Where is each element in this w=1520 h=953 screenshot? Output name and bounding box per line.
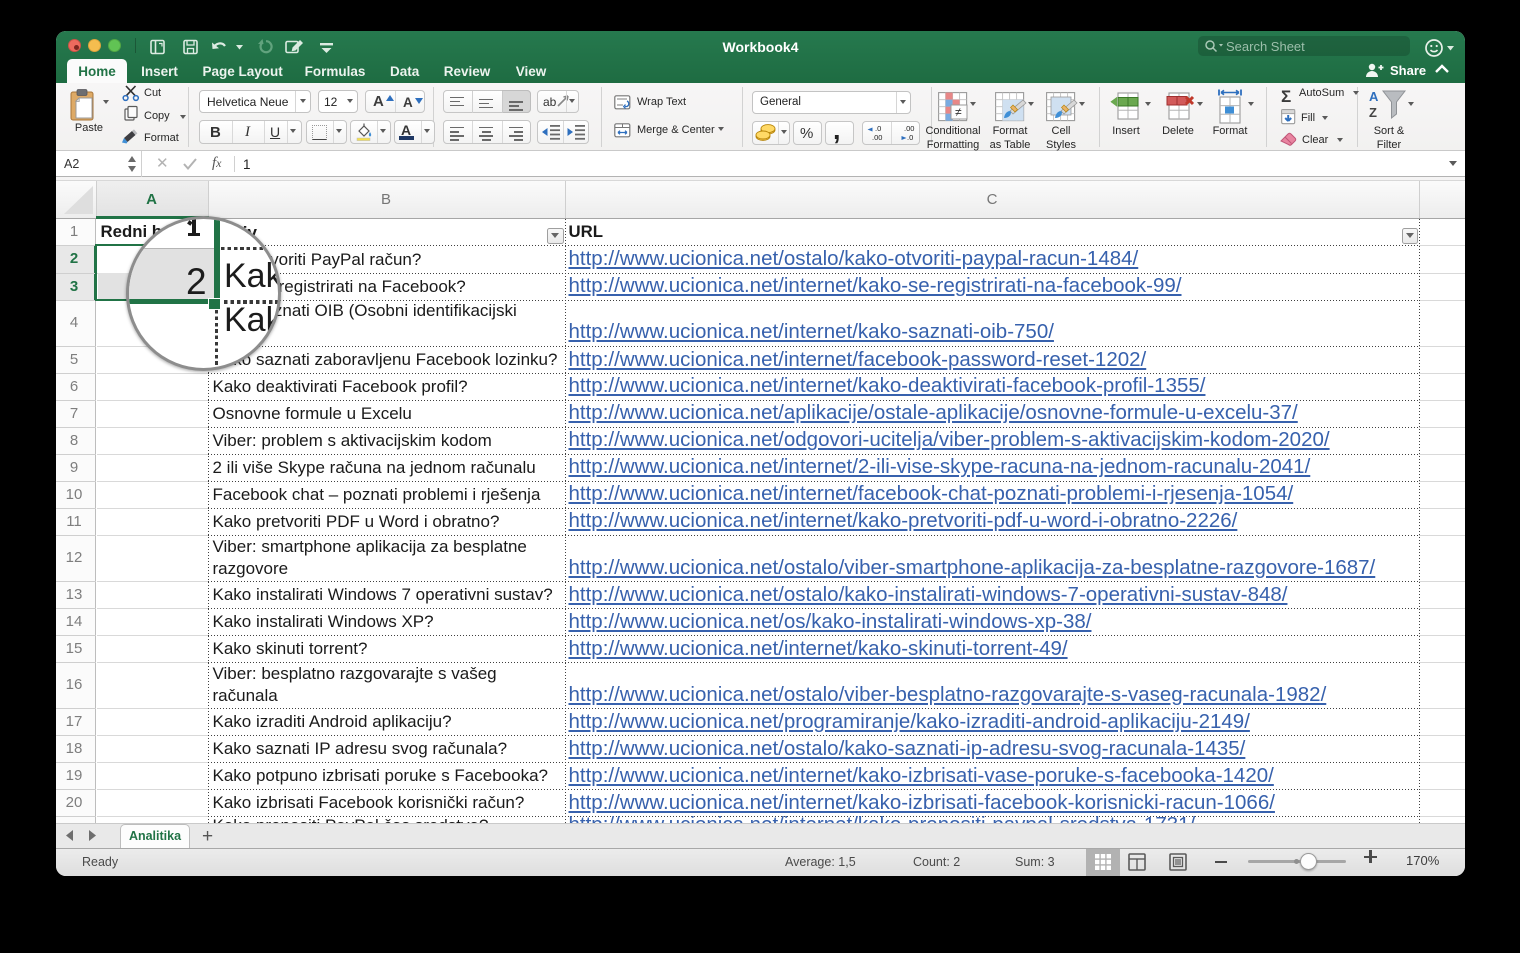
svg-text:A: A <box>1369 89 1379 104</box>
svg-text:.00: .00 <box>872 133 882 142</box>
svg-text:.0: .0 <box>875 124 881 133</box>
svg-text:≠: ≠ <box>955 105 962 119</box>
svg-text:Z: Z <box>1369 105 1377 120</box>
